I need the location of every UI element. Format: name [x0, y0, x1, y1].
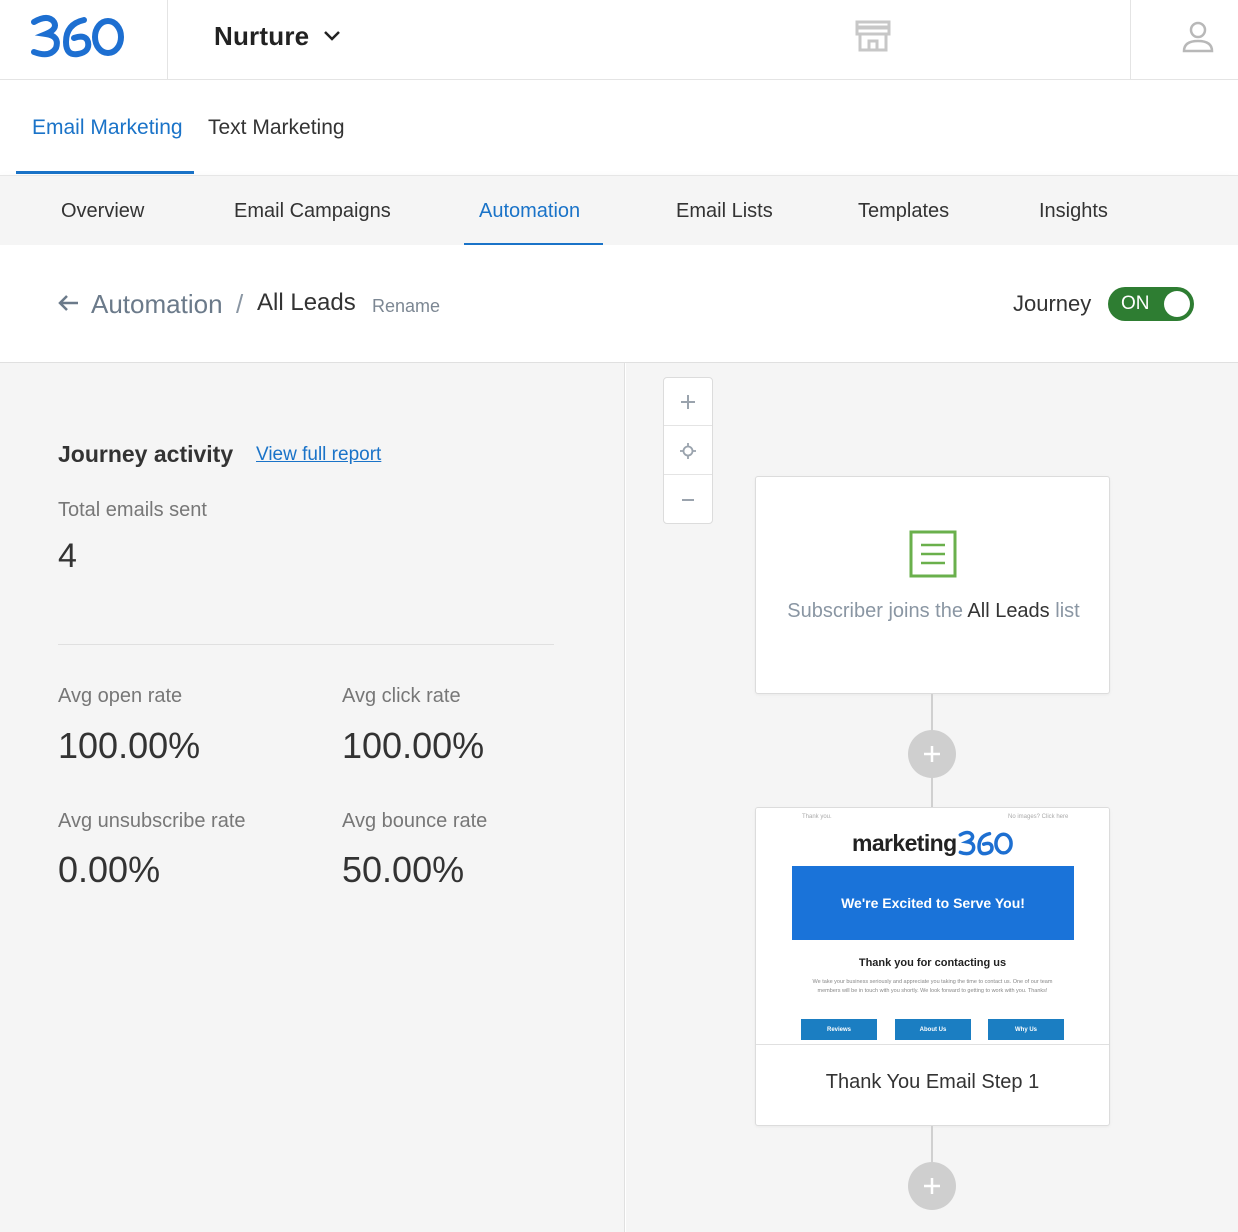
zoom-out-button[interactable] [664, 476, 712, 524]
trigger-card[interactable]: Subscriber joins the All Leads list [755, 476, 1110, 694]
preview-button-label: Reviews [826, 1026, 851, 1033]
recenter-icon [680, 442, 696, 459]
toggle-state-text: ON [1121, 293, 1150, 314]
back-arrow-icon[interactable] [56, 293, 80, 318]
click-rate-label: Avg click rate [342, 685, 461, 707]
connector-line [931, 1126, 933, 1162]
breadcrumb-automation[interactable]: Automation [91, 289, 223, 320]
preview-banner-text: We're Excited to Serve You! [841, 895, 1025, 911]
360-logo-icon [31, 15, 124, 58]
preview-button-why: Why Us [988, 1019, 1064, 1040]
email-step-title: Thank You Email Step 1 [825, 1071, 1040, 1093]
journey-canvas[interactable]: Subscriber joins the All Leads list Than… [626, 363, 1238, 1232]
bounce-rate-label: Avg bounce rate [342, 810, 488, 832]
add-step-button[interactable] [908, 730, 956, 778]
rename-link[interactable]: Rename [372, 296, 440, 317]
nav-insights[interactable]: Insights [1039, 176, 1108, 246]
unsubscribe-rate-value: 0.00% [58, 849, 161, 890]
add-step-button[interactable] [908, 1162, 956, 1210]
plus-icon [681, 394, 695, 409]
preview-button-about: About Us [895, 1019, 971, 1040]
zoom-controls [663, 377, 713, 524]
preview-view-online: No images? Click here [1008, 814, 1069, 820]
list-document-icon [909, 530, 957, 583]
breadcrumb-separator: / [236, 289, 244, 319]
page-title: All Leads [257, 289, 356, 316]
journey-toggle[interactable]: ON [1108, 287, 1194, 321]
active-tab-indicator [16, 171, 194, 174]
360-logo-icon [958, 830, 1013, 856]
bounce-rate-value: 50.00% [342, 849, 465, 890]
total-emails-value: 4 [58, 537, 77, 575]
nav-email-lists[interactable]: Email Lists [676, 176, 773, 246]
preview-brand-word: marketing [852, 829, 957, 856]
plus-icon [924, 1178, 940, 1194]
open-rate-value: 100.00% [58, 725, 201, 766]
recenter-button[interactable] [664, 427, 712, 475]
trigger-text-suffix: list [1055, 600, 1080, 622]
preview-preheader: Thank you. [802, 814, 832, 820]
nav-templates[interactable]: Templates [858, 176, 949, 246]
user-icon [1182, 21, 1214, 53]
secondary-nav: Overview Email Campaigns Automation Emai… [0, 175, 1238, 246]
email-preview-thumbnail: Thank you. No images? Click here marketi… [756, 808, 1109, 1045]
toggle-knob [1164, 291, 1190, 317]
preview-button-reviews: Reviews [801, 1019, 877, 1040]
preview-button-label: Why Us [1014, 1026, 1037, 1033]
breadcrumb-bar: Automation / All Leads Rename Journey ON [0, 245, 1238, 363]
trigger-text-prefix: Subscriber joins the [787, 600, 963, 622]
logo[interactable] [0, 0, 168, 79]
preview-button-label: About Us [919, 1026, 947, 1033]
plus-icon [924, 746, 940, 762]
email-step-card[interactable]: Thank you. No images? Click here marketi… [755, 807, 1110, 1126]
journey-label: Journey [1013, 291, 1092, 316]
tab-email-marketing[interactable]: Email Marketing [32, 80, 183, 175]
open-rate-label: Avg open rate [58, 685, 183, 707]
minus-icon [682, 499, 694, 501]
click-rate-value: 100.00% [342, 725, 485, 766]
app-switcher[interactable]: Nurture [214, 20, 341, 52]
nav-automation[interactable]: Automation [479, 176, 580, 246]
trigger-list-name: All Leads [967, 600, 1050, 622]
tab-text-marketing[interactable]: Text Marketing [208, 80, 345, 175]
user-menu[interactable] [1130, 0, 1238, 79]
top-bar: Nurture [0, 0, 1238, 80]
nav-overview[interactable]: Overview [61, 176, 144, 246]
trigger-description: Subscriber joins the All Leads list [776, 595, 1091, 627]
preview-banner: We're Excited to Serve You! [792, 866, 1074, 940]
view-full-report-link[interactable]: View full report [256, 444, 381, 466]
divider [58, 644, 554, 645]
nav-email-campaigns[interactable]: Email Campaigns [234, 176, 391, 246]
preview-heading: Thank you for contacting us [858, 957, 1007, 969]
store-icon[interactable] [855, 20, 891, 57]
unsubscribe-rate-label: Avg unsubscribe rate [58, 810, 246, 832]
total-emails-label: Total emails sent [58, 499, 207, 521]
preview-body: We take your business seriously and appr… [812, 979, 1053, 994]
zoom-in-button[interactable] [664, 378, 712, 426]
app-name: Nurture [214, 20, 310, 51]
chevron-down-icon [324, 31, 341, 41]
activity-title: Journey activity [58, 441, 234, 467]
preview-brand-logo: marketing [852, 829, 1015, 857]
journey-activity-panel: Journey activity View full report Total … [0, 363, 625, 1232]
primary-tabs: Email Marketing Text Marketing [0, 80, 1238, 175]
